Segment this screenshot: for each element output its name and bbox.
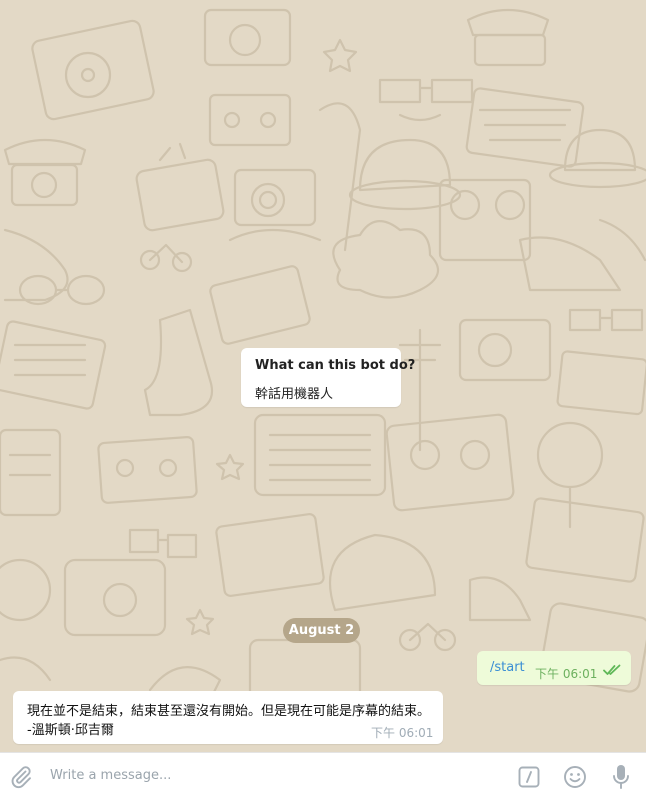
bot-info-title: What can this bot do? [255,358,416,373]
date-separator: August 2 [283,618,360,643]
message-input[interactable] [50,761,490,789]
bot-commands-icon[interactable] [518,766,540,788]
bot-command-link[interactable]: /start [490,660,525,675]
bot-info-description: 幹話用機器人 [255,387,334,402]
chat-area: What can this bot do? 幹話用機器人 August 2 /s… [0,0,646,752]
microphone-icon[interactable] [610,764,632,790]
bot-info-card: What can this bot do? 幹話用機器人 [241,348,415,407]
emoji-icon[interactable] [563,765,587,789]
message-time: 下午 06:01 [371,726,434,740]
message-text-line: 現在並不是結束，結束甚至還沒有開始。但是現在可能是序幕的結束。 [27,704,431,719]
paperclip-icon[interactable] [9,765,33,789]
double-check-icon [603,664,621,675]
message-composer [0,752,646,796]
incoming-message[interactable]: 現在並不是結束，結束甚至還沒有開始。但是現在可能是序幕的結束。 -溫斯頓·邱吉爾… [13,691,443,744]
outgoing-message[interactable]: /start 下午 06:01 [477,651,631,685]
message-text-line: -溫斯頓·邱吉爾 [27,723,114,738]
message-time: 下午 06:01 [535,667,598,681]
